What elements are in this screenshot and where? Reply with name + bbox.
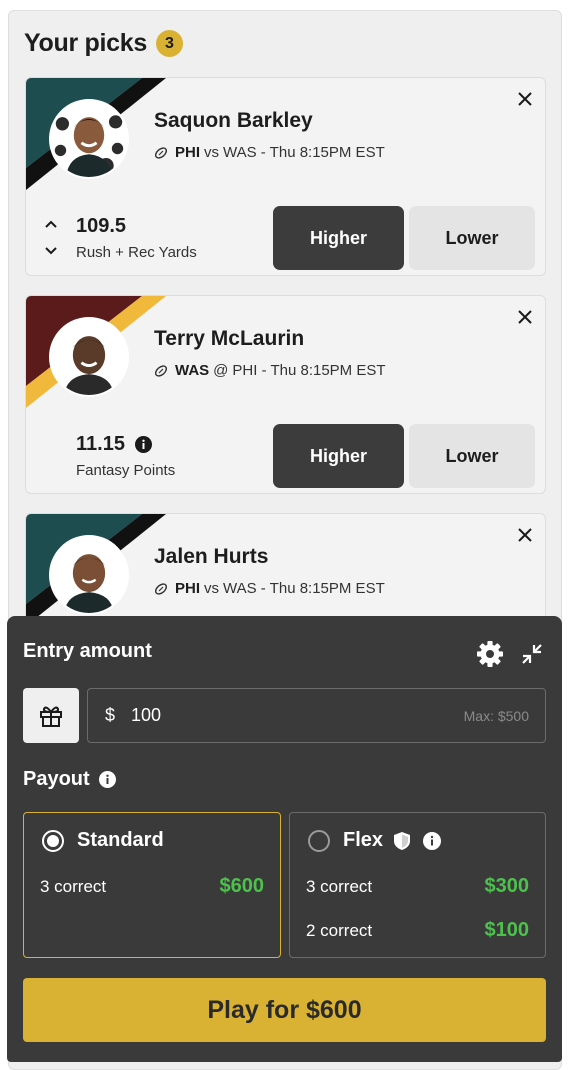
info-icon[interactable] — [98, 771, 116, 788]
game-time: WAS - Thu 8:15PM EST — [223, 144, 385, 161]
matchup-separator: vs — [204, 144, 220, 161]
chevron-down-icon — [45, 247, 57, 255]
football-icon — [154, 364, 168, 377]
entry-amount-field[interactable]: $ Max: $500 — [87, 688, 546, 743]
higher-button[interactable]: Higher — [273, 206, 404, 270]
payout-amount: $300 — [484, 875, 530, 897]
remove-pick-button[interactable] — [515, 89, 535, 109]
football-icon — [154, 146, 168, 159]
football-icon — [154, 582, 168, 595]
pick-card-saquon-barkley: Saquon Barkley PHI vs WAS - Thu 8:15PM E… — [25, 77, 546, 276]
entry-panel: Entry amount $ Max: $500 P — [7, 616, 562, 1062]
payout-row: 3 correct $600 — [40, 875, 264, 898]
team-code: WAS — [175, 362, 210, 379]
shield-icon — [394, 831, 411, 850]
matchup-info: WAS @ PHI - Thu 8:15PM EST — [154, 362, 386, 379]
stat-label: Fantasy Points — [76, 462, 176, 479]
picks-count-badge: 3 — [155, 30, 183, 57]
player-name: Saquon Barkley — [154, 109, 313, 132]
pick-card-terry-mclaurin: Terry McLaurin WAS @ PHI - Thu 8:15PM ES… — [25, 295, 546, 494]
correct-count: 3 correct — [40, 876, 107, 896]
matchup-info: PHI vs WAS - Thu 8:15PM EST — [154, 144, 385, 161]
payout-title: Payout — [23, 768, 116, 791]
payout-amount: $600 — [219, 875, 265, 897]
stat-line: 109.5 — [76, 215, 126, 238]
entry-amount-input[interactable] — [131, 705, 422, 726]
line-value: 11.15 — [76, 433, 125, 455]
payout-label: Payout — [23, 768, 90, 790]
game-time: WAS - Thu 8:15PM EST — [223, 580, 385, 597]
player-name: Jalen Hurts — [154, 545, 269, 568]
payout-row: 2 correct $100 — [306, 919, 529, 942]
entry-amount-title: Entry amount — [23, 640, 152, 662]
gift-button[interactable] — [23, 688, 79, 743]
higher-button[interactable]: Higher — [273, 424, 404, 488]
payout-row: 3 correct $300 — [306, 875, 529, 898]
max-amount-hint: Max: $500 — [463, 707, 529, 724]
game-time: PHI - Thu 8:15PM EST — [232, 362, 386, 379]
remove-pick-button[interactable] — [515, 307, 535, 327]
info-icon[interactable] — [134, 436, 152, 453]
correct-count: 2 correct — [306, 920, 373, 940]
player-avatar — [49, 535, 129, 615]
page-title: Your picks — [24, 29, 147, 57]
stat-label: Rush + Rec Yards — [76, 244, 197, 261]
gift-icon — [40, 706, 62, 727]
player-name: Terry McLaurin — [154, 327, 305, 350]
radio-unselected[interactable] — [308, 829, 330, 852]
flex-icons — [393, 831, 453, 851]
collapse-icon[interactable] — [519, 641, 545, 667]
info-icon[interactable] — [423, 831, 442, 850]
correct-count: 3 correct — [306, 876, 373, 896]
lower-button[interactable]: Lower — [409, 206, 535, 270]
radio-selected[interactable] — [42, 829, 64, 852]
payout-option-label: Standard — [77, 829, 164, 851]
close-icon — [518, 528, 532, 542]
payout-option-label: Flex — [343, 829, 384, 851]
matchup-separator: vs — [204, 580, 220, 597]
player-avatar — [49, 317, 129, 397]
play-button[interactable]: Play for $600 — [23, 978, 546, 1042]
team-code: PHI — [175, 580, 201, 597]
lower-button[interactable]: Lower — [409, 424, 535, 488]
gear-icon[interactable] — [475, 639, 505, 669]
payout-option-header: Standard — [42, 829, 164, 852]
stat-line: 11.15 — [76, 433, 152, 456]
matchup-separator: @ — [213, 362, 229, 379]
line-value: 109.5 — [76, 215, 127, 237]
team-code: PHI — [175, 144, 201, 161]
payout-amount: $100 — [484, 919, 530, 941]
picks-header: Your picks 3 — [24, 29, 183, 58]
player-avatar — [49, 99, 129, 179]
line-adjust-arrows[interactable] — [44, 218, 58, 258]
payout-option-flex[interactable]: Flex 3 correct $300 2 correct $100 — [289, 812, 546, 958]
remove-pick-button[interactable] — [515, 525, 535, 545]
payout-option-standard[interactable]: Standard 3 correct $600 — [23, 812, 281, 958]
payout-option-header: Flex — [308, 829, 453, 852]
chevron-up-icon — [45, 220, 57, 228]
close-icon — [518, 92, 532, 106]
matchup-info: PHI vs WAS - Thu 8:15PM EST — [154, 580, 385, 597]
close-icon — [518, 310, 532, 324]
currency-symbol: $ — [105, 705, 116, 725]
